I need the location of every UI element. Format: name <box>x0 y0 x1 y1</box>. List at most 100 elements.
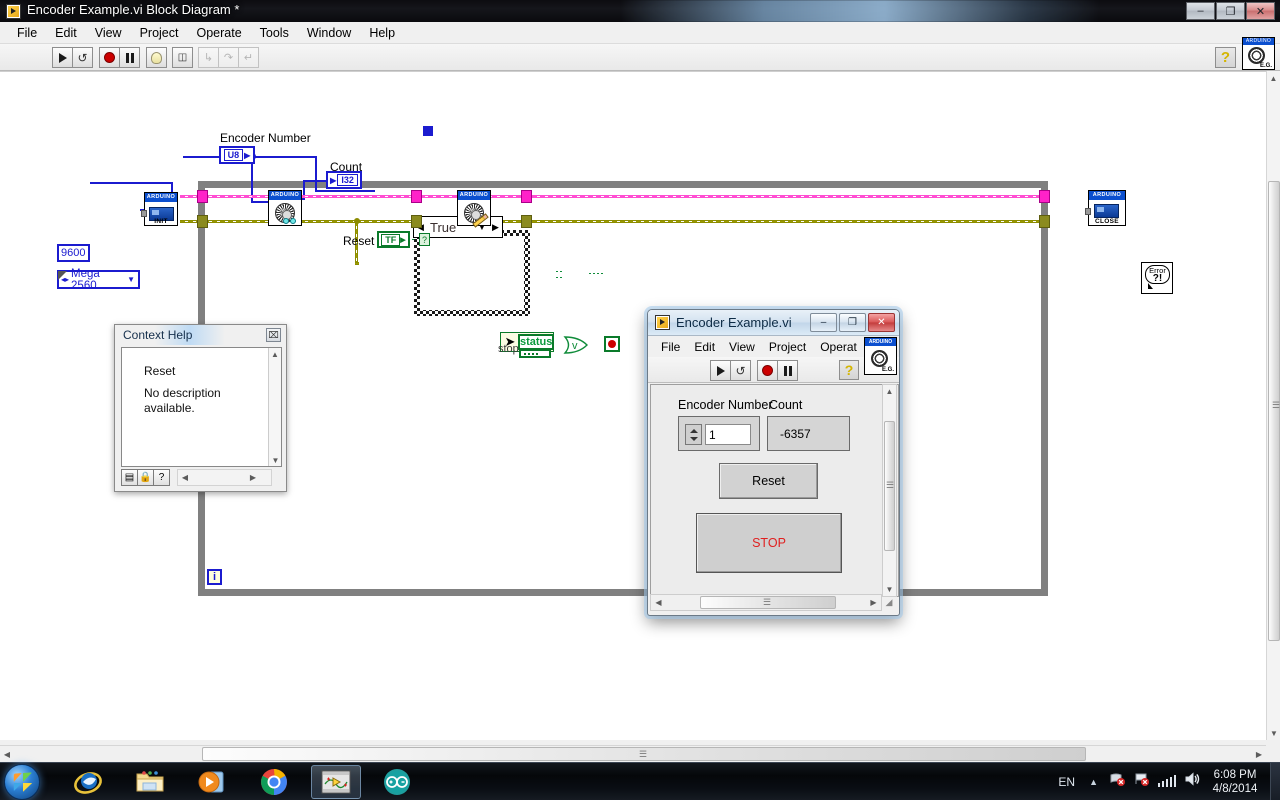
vertical-scroll-thumb[interactable]: ☰ <box>884 421 895 551</box>
reset-button[interactable]: Reset <box>719 463 818 499</box>
simple-error-handler-vi[interactable]: Error ?! <box>1141 262 1173 294</box>
abort-stop-icon[interactable] <box>99 47 120 68</box>
arduino-encoder-read-vi[interactable]: ARDUINO <box>268 190 302 226</box>
volume-icon[interactable] <box>1184 772 1200 789</box>
show-desktop-button[interactable] <box>1270 763 1280 800</box>
taskbar-item-internet-explorer[interactable] <box>64 765 112 799</box>
scroll-down-arrow-icon[interactable]: ▼ <box>883 583 896 596</box>
windows-start-orb[interactable] <box>4 764 40 800</box>
arduino-close-vi[interactable]: ARDUINO CLOSE <box>1085 190 1126 226</box>
menu-item-edit[interactable]: Edit <box>687 338 722 356</box>
scroll-left-arrow-icon[interactable]: ◀ <box>179 471 191 484</box>
close-button[interactable]: ✕ <box>1246 2 1275 20</box>
loop-tunnel-refnum-out[interactable] <box>1039 190 1050 203</box>
menu-item-operate[interactable]: Operat <box>813 338 864 356</box>
taskbar-item-labview[interactable] <box>311 765 361 799</box>
context-help-vertical-scrollbar[interactable]: ▲ ▼ <box>268 348 281 466</box>
vertical-scroll-thumb[interactable]: ☰ <box>1268 181 1280 641</box>
tray-show-hidden-icons-icon[interactable]: ▲ <box>1089 777 1098 787</box>
case-tunnel-refnum-in[interactable] <box>411 190 422 203</box>
taskbar-item-arduino-ide[interactable] <box>373 765 421 799</box>
run-continuous-icon[interactable]: ↺ <box>730 360 751 381</box>
tray-language-indicator[interactable]: EN <box>1058 775 1075 789</box>
detailed-help-icon[interactable]: ? <box>153 469 170 486</box>
case-tunnel-error-out[interactable] <box>521 215 532 228</box>
case-selector-terminal[interactable]: ? <box>419 233 430 246</box>
loop-tunnel-error-out[interactable] <box>1039 215 1050 228</box>
step-over-icon[interactable]: ↷ <box>218 47 239 68</box>
reset-terminal[interactable]: TF ▶ <box>377 231 410 248</box>
scroll-up-arrow-icon[interactable]: ▲ <box>269 348 281 360</box>
probe-icon[interactable]: ◫ <box>172 47 193 68</box>
front-panel-window[interactable]: Encoder Example.vi – ❐ ✕ File Edit View … <box>647 309 900 616</box>
minimize-button[interactable]: – <box>810 313 837 332</box>
maximize-button[interactable]: ❐ <box>839 313 866 332</box>
scroll-left-arrow-icon[interactable]: ◀ <box>652 596 665 609</box>
menu-item-window[interactable]: Window <box>298 24 360 42</box>
scroll-down-arrow-icon[interactable]: ▼ <box>1267 726 1280 740</box>
front-panel-vertical-scrollbar[interactable]: ▲ ☰ ▼ <box>882 384 897 597</box>
lock-icon[interactable]: 🔒 <box>137 469 154 486</box>
case-tunnel-error-in[interactable] <box>411 215 422 228</box>
show-hide-optional-icon[interactable]: ▤ <box>121 469 138 486</box>
loop-iteration-terminal[interactable]: i <box>207 569 222 585</box>
context-help-horizontal-scrollbar[interactable]: ◀ ▶ <box>177 469 272 486</box>
step-into-icon[interactable]: ↳ <box>198 47 219 68</box>
run-continuous-icon[interactable]: ↺ <box>72 47 93 68</box>
loop-tunnel-refnum-in[interactable] <box>197 190 208 203</box>
chevron-down-icon[interactable]: ▼ <box>127 275 138 284</box>
signal-bars-icon[interactable] <box>1157 774 1176 787</box>
or-gate-node[interactable]: v <box>563 336 589 354</box>
resize-grip-icon[interactable]: ◢ <box>882 597 896 611</box>
encoder-number-input[interactable]: 1 <box>705 424 751 445</box>
front-panel-horizontal-scrollbar[interactable]: ◀ ☰ ▶ <box>650 594 882 611</box>
stop-button[interactable]: STOP <box>696 513 842 573</box>
while-loop-structure[interactable] <box>198 181 1048 596</box>
encoder-number-terminal[interactable]: U8 ▶ <box>219 146 255 164</box>
board-type-control[interactable]: ◂▸ Mega 2560 ▼ <box>57 268 140 292</box>
scroll-right-arrow-icon[interactable]: ▶ <box>1252 746 1266 762</box>
scroll-up-arrow-icon[interactable]: ▲ <box>1267 71 1280 85</box>
run-arrow-icon[interactable] <box>52 47 73 68</box>
minimize-button[interactable]: – <box>1186 2 1215 20</box>
close-icon[interactable]: ⌧ <box>266 328 281 342</box>
taskbar-clock[interactable]: 6:08 PM 4/8/2014 <box>1204 768 1266 796</box>
menu-item-edit[interactable]: Edit <box>46 24 86 42</box>
close-button[interactable]: ✕ <box>868 313 895 332</box>
encoder-number-control[interactable]: 1 <box>678 416 760 451</box>
loop-tunnel-error-in[interactable] <box>197 215 208 228</box>
case-tunnel-refnum-out[interactable] <box>521 190 532 203</box>
network-error-icon[interactable] <box>1110 772 1126 789</box>
taskbar-item-windows-explorer[interactable] <box>126 765 174 799</box>
taskbar-item-google-chrome[interactable] <box>250 765 298 799</box>
loop-stop-condition-terminal[interactable] <box>604 336 620 352</box>
context-help-window[interactable]: Context Help ⌧ Reset No description avai… <box>114 324 287 492</box>
menu-item-file[interactable]: File <box>654 338 687 356</box>
arduino-encoder-reset-vi[interactable]: ARDUINO <box>457 190 491 228</box>
step-out-icon[interactable]: ↵ <box>238 47 259 68</box>
lightbulb-icon[interactable] <box>146 47 167 68</box>
context-help-button[interactable]: ? <box>839 360 859 380</box>
abort-stop-icon[interactable] <box>757 360 778 381</box>
action-center-flag-icon[interactable] <box>1134 772 1150 789</box>
menu-item-view[interactable]: View <box>722 338 762 356</box>
count-terminal[interactable]: ▶ I32 <box>326 171 362 189</box>
horizontal-scroll-thumb[interactable]: ☰ <box>700 596 836 609</box>
run-arrow-icon[interactable] <box>710 360 731 381</box>
menu-item-view[interactable]: View <box>86 24 131 42</box>
scroll-down-arrow-icon[interactable]: ▼ <box>269 454 282 466</box>
menu-item-help[interactable]: Help <box>360 24 404 42</box>
horizontal-scroll-thumb[interactable]: ☰ <box>202 747 1086 761</box>
context-help-button[interactable]: ? <box>1215 47 1236 68</box>
arduino-init-vi[interactable]: ARDUINO INIT <box>141 192 178 226</box>
menu-item-tools[interactable]: Tools <box>251 24 298 42</box>
menu-item-operate[interactable]: Operate <box>187 24 250 42</box>
scroll-right-arrow-icon[interactable]: ▶ <box>867 596 880 609</box>
menu-item-project[interactable]: Project <box>762 338 813 356</box>
case-structure[interactable]: ◀ True ▼ ▶ <box>413 216 530 316</box>
taskbar-item-windows-media-player[interactable] <box>188 765 236 799</box>
menu-item-project[interactable]: Project <box>131 24 188 42</box>
stop-boolean-terminal[interactable] <box>519 349 551 358</box>
block-diagram-vertical-scrollbar[interactable]: ▲ ☰ ▼ <box>1266 71 1280 740</box>
quantity-stepper[interactable] <box>685 424 702 445</box>
